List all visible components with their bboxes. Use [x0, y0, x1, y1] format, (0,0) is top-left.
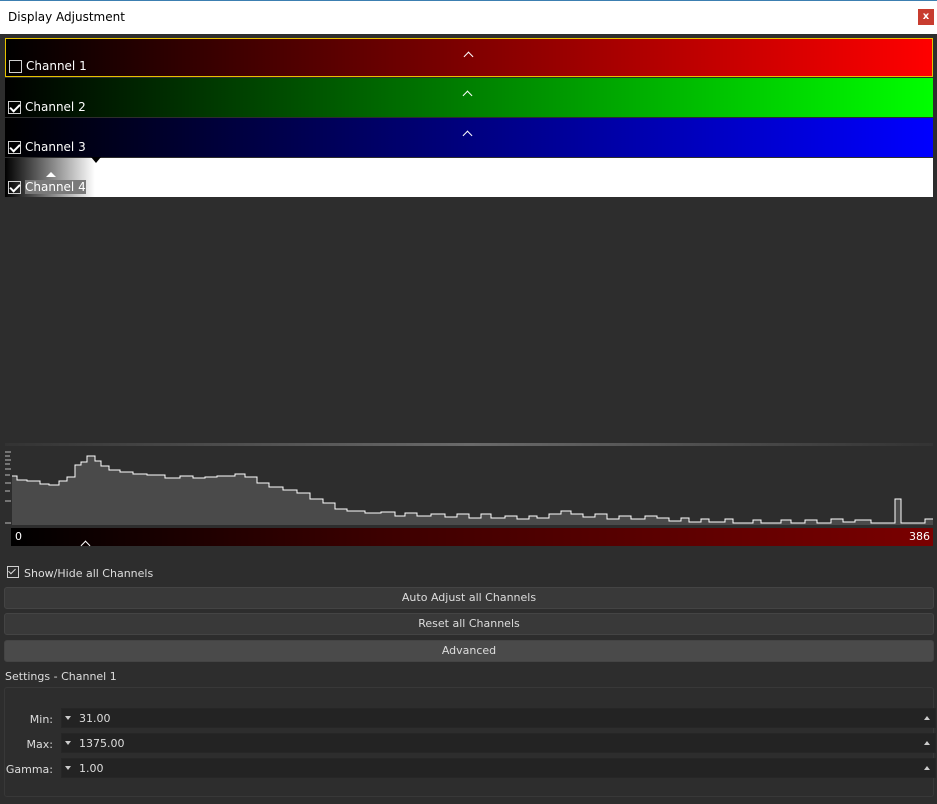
- scale-max-label: 386: [909, 530, 930, 543]
- channel-2-bar[interactable]: Channel 2: [5, 78, 933, 117]
- max-increment-icon[interactable]: [924, 741, 930, 745]
- channel-1-gamma-caret-icon[interactable]: [464, 53, 474, 59]
- channel-2-gamma-caret-icon[interactable]: [463, 92, 473, 98]
- min-decrement-icon[interactable]: [65, 716, 71, 720]
- channel-3-bar[interactable]: Channel 3: [5, 118, 933, 157]
- max-decrement-icon[interactable]: [65, 741, 71, 745]
- scale-min-label: 0: [15, 530, 22, 543]
- show-hide-all-channels[interactable]: Show/Hide all Channels: [7, 566, 153, 580]
- window-title: Display Adjustment: [8, 10, 125, 24]
- gamma-label: Gamma:: [5, 763, 53, 776]
- gamma-value[interactable]: 1.00: [79, 762, 104, 775]
- title-bar: Display Adjustment x: [0, 0, 937, 34]
- histogram-fill: [12, 456, 933, 525]
- histogram-top-line: [5, 443, 933, 446]
- gamma-increment-icon[interactable]: [924, 766, 930, 770]
- scale-gamma-caret-icon[interactable]: [80, 540, 92, 548]
- advanced-button[interactable]: Advanced: [4, 640, 934, 662]
- settings-title: Settings - Channel 1: [5, 670, 117, 683]
- close-button[interactable]: x: [918, 9, 934, 25]
- histogram-tick-marks: [5, 451, 11, 524]
- channel-4-label: Channel 4: [25, 180, 86, 194]
- channel-1-label: Channel 1: [26, 59, 87, 73]
- histogram-svg: [5, 443, 933, 525]
- min-label: Min:: [29, 713, 53, 726]
- max-spinbox[interactable]: 1375.00: [61, 733, 936, 753]
- gamma-spinbox[interactable]: 1.00: [61, 758, 936, 778]
- show-hide-label: Show/Hide all Channels: [24, 567, 154, 580]
- channel-2-label: Channel 2: [25, 100, 86, 114]
- channel-3-label: Channel 3: [25, 140, 86, 154]
- channel-3-gamma-caret-icon[interactable]: [463, 132, 473, 138]
- channel-1-checkbox[interactable]: [9, 60, 22, 73]
- channel-4-checkbox[interactable]: [8, 181, 21, 194]
- min-increment-icon[interactable]: [924, 716, 930, 720]
- channel-1-bar[interactable]: Channel 1: [5, 38, 933, 77]
- auto-adjust-button[interactable]: Auto Adjust all Channels: [4, 587, 934, 609]
- show-hide-checkbox[interactable]: [7, 566, 19, 578]
- channel-3-checkbox[interactable]: [8, 141, 21, 154]
- max-value[interactable]: 1375.00: [79, 737, 125, 750]
- max-label: Max:: [26, 738, 53, 751]
- min-spinbox[interactable]: 31.00: [61, 708, 936, 728]
- channel-4-bar[interactable]: Channel 4: [5, 157, 933, 197]
- gamma-decrement-icon[interactable]: [65, 766, 71, 770]
- channel-4-gamma-marker-icon[interactable]: [46, 172, 56, 177]
- channel-4-max-marker-icon[interactable]: [91, 157, 101, 163]
- min-value[interactable]: 31.00: [79, 712, 111, 725]
- intensity-scale-bar[interactable]: 0 386: [11, 528, 933, 546]
- channel-2-checkbox[interactable]: [8, 101, 21, 114]
- histogram-plot: [5, 443, 933, 525]
- settings-panel: Min: 31.00 Max: 1375.00 Gamma: 1.00: [4, 687, 936, 797]
- reset-all-button[interactable]: Reset all Channels: [4, 613, 934, 635]
